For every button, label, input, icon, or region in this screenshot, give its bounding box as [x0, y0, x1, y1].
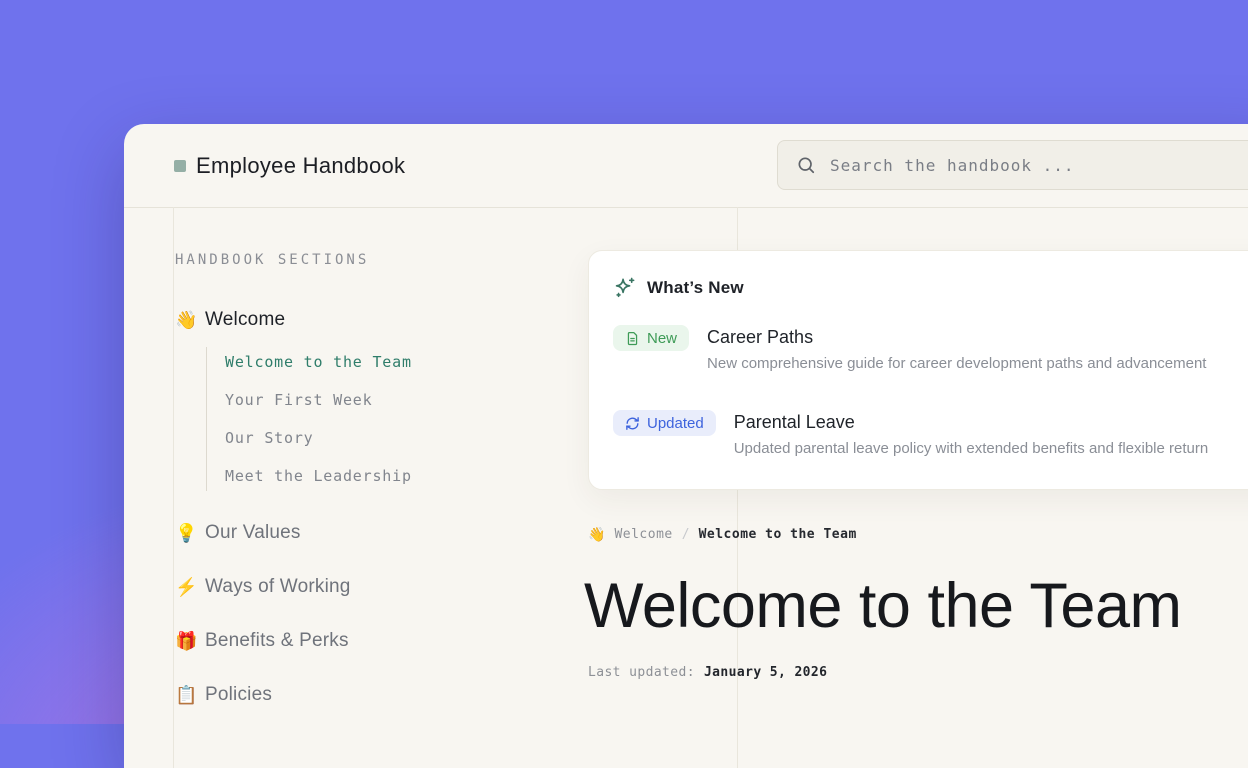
item-title: Career Paths — [707, 326, 1206, 348]
whats-new-item-text: Career Paths New comprehensive guide for… — [707, 325, 1206, 373]
refresh-icon — [625, 416, 640, 431]
sidebar-item-policies[interactable]: 📋 Policies — [175, 683, 272, 707]
sidebar-subitem-our-story[interactable]: Our Story — [225, 429, 313, 447]
sidebar-item-label: Policies — [205, 684, 272, 706]
page-title: Welcome to the Team — [584, 570, 1181, 642]
app-header: Employee Handbook Search the handbook ..… — [124, 124, 1248, 208]
item-title: Parental Leave — [734, 411, 1208, 433]
whats-new-item-career-paths[interactable]: New Career Paths New comprehensive guide… — [613, 325, 1248, 373]
badge-label: Updated — [647, 415, 704, 432]
search-icon — [796, 155, 816, 175]
sidebar-sublist: Welcome to the Team Your First Week Our … — [206, 347, 547, 491]
whats-new-item-parental-leave[interactable]: Updated Parental Leave Updated parental … — [613, 410, 1248, 458]
clipboard-icon: 📋 — [175, 683, 196, 707]
whats-new-header: What’s New — [613, 276, 744, 299]
new-badge: New — [613, 325, 689, 351]
breadcrumb-section[interactable]: Welcome — [614, 527, 672, 542]
lightbulb-icon: 💡 — [175, 521, 196, 545]
document-icon — [625, 331, 640, 346]
sidebar-item-our-values[interactable]: 💡 Our Values — [175, 521, 301, 545]
sidebar-item-label: Our Values — [205, 522, 301, 544]
updated-badge: Updated — [613, 410, 716, 436]
search-placeholder: Search the handbook ... — [830, 156, 1075, 175]
sparkles-icon — [613, 276, 636, 299]
app-window: Employee Handbook Search the handbook ..… — [124, 124, 1248, 768]
sidebar-item-label: Ways of Working — [205, 576, 351, 598]
sidebar-subitem-your-first-week[interactable]: Your First Week — [225, 391, 372, 409]
sidebar-subitem-meet-the-leadership[interactable]: Meet the Leadership — [225, 467, 412, 485]
last-updated: Last updated: January 5, 2026 — [588, 665, 827, 680]
sidebar-heading: HANDBOOK SECTIONS — [175, 252, 369, 268]
last-updated-label: Last updated: — [588, 665, 695, 680]
waving-hand-icon: 👋 — [588, 524, 605, 544]
badge-label: New — [647, 330, 677, 347]
sidebar-item-label: Benefits & Perks — [205, 630, 349, 652]
breadcrumb-current-page: Welcome to the Team — [699, 527, 857, 542]
whats-new-title: What’s New — [647, 278, 744, 298]
whats-new-item-text: Parental Leave Updated parental leave po… — [734, 410, 1208, 458]
brand[interactable]: Employee Handbook — [174, 124, 405, 207]
last-updated-value: January 5, 2026 — [704, 665, 827, 680]
sidebar-item-welcome[interactable]: 👋 Welcome — [175, 308, 285, 332]
item-description: New comprehensive guide for career devel… — [707, 355, 1206, 373]
search-input[interactable]: Search the handbook ... — [777, 140, 1248, 190]
sidebar-item-ways-of-working[interactable]: ⚡ Ways of Working — [175, 575, 351, 599]
breadcrumb-separator: / — [682, 527, 690, 542]
waving-hand-icon: 👋 — [175, 308, 196, 332]
sidebar-subitem-welcome-to-the-team[interactable]: Welcome to the Team — [225, 353, 412, 371]
breadcrumb: 👋 Welcome / Welcome to the Team — [588, 524, 857, 544]
brand-logo-icon — [174, 160, 186, 172]
whats-new-card: What’s New New Career Paths New comprehe… — [588, 250, 1248, 490]
lightning-icon: ⚡ — [175, 575, 196, 599]
sidebar-item-benefits-perks[interactable]: 🎁 Benefits & Perks — [175, 629, 349, 653]
sidebar-item-label: Welcome — [205, 309, 285, 331]
item-description: Updated parental leave policy with exten… — [734, 440, 1208, 458]
gift-icon: 🎁 — [175, 629, 196, 653]
app-title: Employee Handbook — [196, 153, 405, 179]
grid-rule-left — [173, 207, 174, 768]
